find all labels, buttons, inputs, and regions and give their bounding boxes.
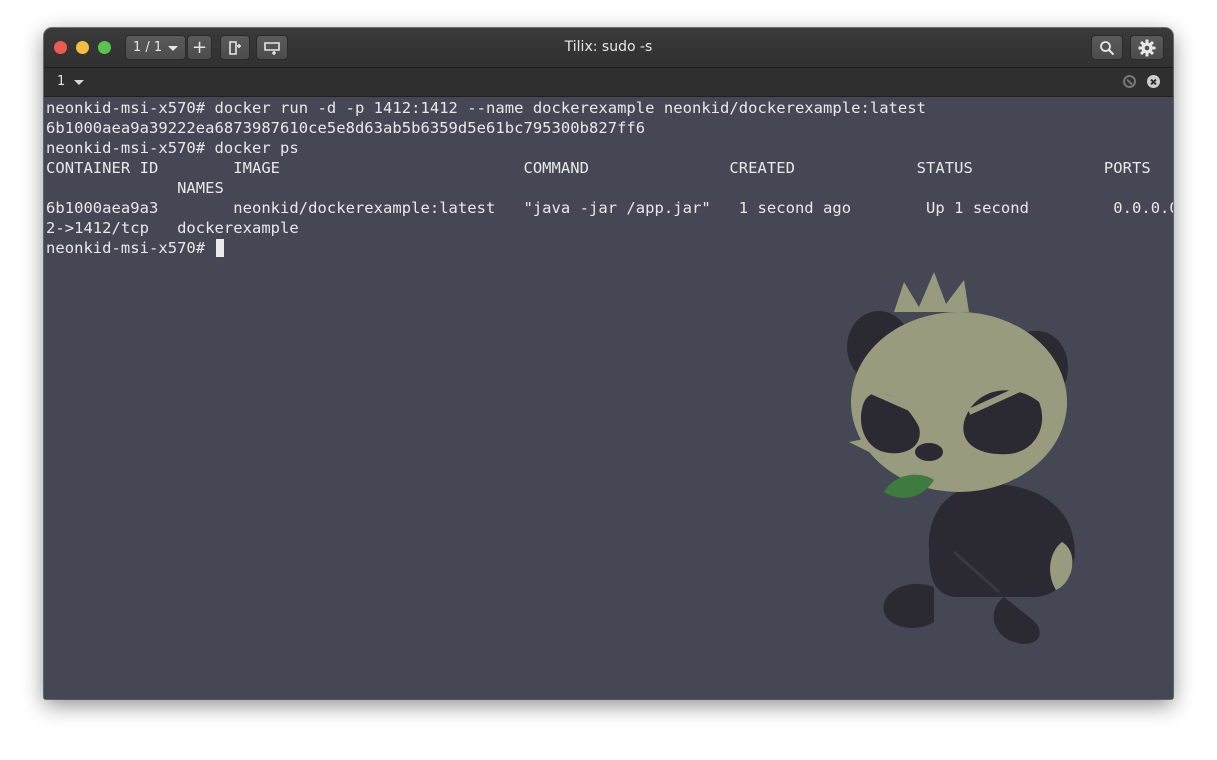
terminal-prompt-line: neonkid-msi-x570# bbox=[46, 238, 1173, 258]
sync-input-icon[interactable] bbox=[1123, 75, 1136, 88]
titlebar: 1 / 1 + Tilix: sudo -s bbox=[44, 28, 1173, 68]
gear-icon bbox=[1138, 39, 1156, 56]
shell-prompt: neonkid-msi-x570# bbox=[46, 239, 215, 257]
terminal-tab-bar: 1 bbox=[44, 68, 1173, 97]
search-icon bbox=[1100, 40, 1115, 55]
terminal-lines: neonkid-msi-x570# docker run -d -p 1412:… bbox=[46, 98, 1173, 258]
terminal-tab-title[interactable]: 1 bbox=[57, 74, 65, 89]
terminal-line: 6b1000aea9a3 neonkid/dockerexample:lates… bbox=[46, 199, 1173, 217]
terminal-window: 1 / 1 + Tilix: sudo -s 1 neonkid-msi-x57… bbox=[44, 28, 1173, 699]
close-terminal-icon[interactable] bbox=[1147, 75, 1160, 88]
pancham-panda-illustration bbox=[847, 272, 1075, 644]
window-title: Tilix: sudo -s bbox=[564, 39, 653, 55]
terminal-line: CONTAINER ID IMAGE COMMAND CREATED STATU… bbox=[46, 159, 1151, 177]
terminal-output[interactable]: neonkid-msi-x570# docker run -d -p 1412:… bbox=[44, 97, 1173, 699]
text-cursor bbox=[215, 239, 224, 257]
find-button[interactable] bbox=[1091, 35, 1123, 60]
terminal-line: NAMES bbox=[46, 179, 224, 197]
chevron-down-icon[interactable] bbox=[74, 80, 84, 85]
terminal-line: 2->1412/tcp dockerexample bbox=[46, 219, 299, 237]
terminal-line: neonkid-msi-x570# docker run -d -p 1412:… bbox=[46, 99, 927, 117]
terminal-line: 6b1000aea9a39222ea6873987610ce5e8d63ab5b… bbox=[46, 119, 646, 137]
terminal-line: neonkid-msi-x570# docker ps bbox=[46, 139, 299, 157]
settings-button[interactable] bbox=[1130, 35, 1164, 60]
